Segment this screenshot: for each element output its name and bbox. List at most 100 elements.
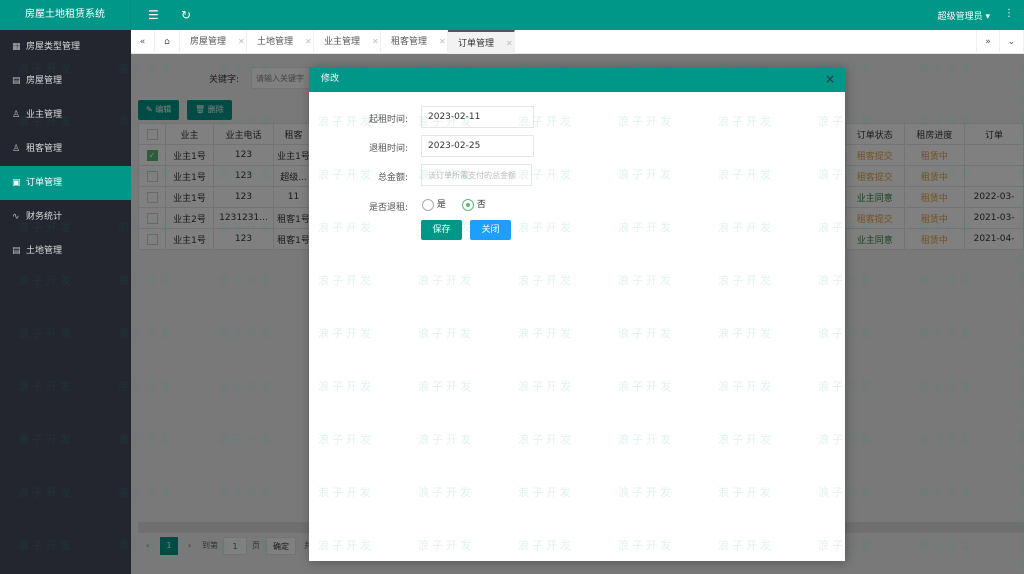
sidebar-item-house-type[interactable]: ▦ 房屋类型管理 [0, 30, 131, 64]
phone-cell: 123 [213, 228, 274, 250]
tab-label: 房屋管理 [190, 37, 227, 47]
save-button[interactable]: 保存 [421, 220, 462, 240]
owner-cell: 业主1号 [165, 165, 214, 187]
modal-header: 修改 × [309, 67, 845, 92]
row-checkbox[interactable]: ✓ [138, 144, 166, 166]
chevron-down-icon[interactable]: ⌄ [1000, 30, 1024, 54]
row-checkbox[interactable] [138, 228, 166, 250]
select-all[interactable] [138, 123, 166, 145]
home-icon[interactable]: ⌂ [155, 30, 180, 54]
close-icon[interactable]: × [825, 67, 835, 92]
amount-input[interactable]: 该订单所需支付的总金额 [421, 164, 532, 186]
close-button[interactable]: 关闭 [470, 220, 511, 240]
sidebar-item-house[interactable]: ▤ 房屋管理 [0, 64, 131, 98]
table-row[interactable]: 业主1号 123 超级... [138, 165, 314, 187]
sidebar-item-order[interactable]: ▣ 订单管理 [0, 166, 131, 200]
refresh-icon[interactable]: ↻ [181, 8, 191, 22]
table-row[interactable]: 租客提交 租赁中 [845, 165, 1024, 187]
sidebar-item-label: 业主管理 [26, 110, 63, 120]
sidebar-item-owner[interactable]: ♙ 业主管理 [0, 98, 131, 132]
col-date: 订单 [964, 123, 1024, 145]
status-cell: 租客提交 [845, 165, 905, 187]
tenant-cell: 超级... [273, 165, 314, 187]
user-menu[interactable]: 超级管理员 ▾ [938, 9, 990, 22]
table-row[interactable]: ✓ 业主1号 123 业主1号 [138, 144, 314, 166]
modal-title: 修改 [321, 74, 340, 84]
confirm-page-button[interactable]: 确定 [266, 537, 296, 555]
tenant-cell: 租客1号 [273, 207, 314, 229]
table-row[interactable]: 租客提交 租赁中 2021-03- [845, 207, 1024, 229]
table-row[interactable]: 业主1号 123 11 [138, 186, 314, 208]
sidebar-item-label: 订单管理 [26, 178, 63, 188]
owner-cell: 业主1号 [165, 228, 214, 250]
owner-cell: 业主1号 [165, 186, 214, 208]
col-tenant: 租客 [273, 123, 314, 145]
radio-no-label: 否 [476, 200, 486, 210]
menu-toggle-icon[interactable]: ☰ [148, 8, 159, 22]
tab-owner[interactable]: 业主管理 ✕ [314, 30, 381, 54]
sidebar-item-label: 房屋管理 [26, 76, 63, 86]
goto-label: 到第 [202, 541, 218, 550]
order-table-right: 订单状态 租房进度 订单 租客提交 租赁中 租客提交 租赁中 业主同意 租赁中 2022-03-… [845, 123, 1024, 250]
table-row[interactable]: 租客提交 租赁中 [845, 144, 1024, 166]
radio-yes-label: 是 [436, 200, 446, 210]
grid-icon: ▦ [12, 42, 21, 52]
tenant-cell: 业主1号 [273, 144, 314, 166]
table-row[interactable]: 业主1号 123 租客1号 [138, 228, 314, 250]
progress-cell: 租赁中 [903, 186, 966, 208]
close-icon[interactable]: ✕ [506, 39, 513, 48]
row-checkbox[interactable] [138, 207, 166, 229]
refund-label: 是否退租: [368, 203, 408, 213]
tabs-right-icon[interactable]: » [976, 30, 1000, 54]
close-icon[interactable]: ✕ [238, 37, 245, 46]
sidebar-item-finance[interactable]: ∿ 财务统计 [0, 200, 131, 234]
more-vertical-icon[interactable]: ⋮ [1004, 8, 1014, 19]
caret-down-icon: ▾ [985, 12, 990, 22]
start-date-input[interactable]: 2023-02-11 [421, 106, 534, 128]
prev-page-icon[interactable]: ‹ [146, 537, 149, 555]
close-icon[interactable]: ✕ [305, 37, 312, 46]
tab-label: 业主管理 [324, 37, 361, 47]
search-label: 关键字: [209, 75, 240, 85]
tab-house[interactable]: 房屋管理 ✕ [180, 30, 247, 54]
page-input[interactable]: 1 [223, 537, 247, 555]
tenant-cell: 租客1号 [273, 228, 314, 250]
tab-order[interactable]: 订单管理 ✕ [448, 30, 515, 54]
file-icon: ▤ [12, 246, 21, 256]
phone-cell: 123 [213, 186, 274, 208]
table-row[interactable]: 业主同意 租赁中 2021-04- [845, 228, 1024, 250]
close-icon[interactable]: ✕ [372, 37, 379, 46]
sidebar-item-tenant[interactable]: ♙ 租客管理 [0, 132, 131, 166]
file-icon: ▤ [12, 76, 21, 86]
phone-cell: 1231231... [213, 207, 274, 229]
table-row[interactable]: 业主同意 租赁中 2022-03- [845, 186, 1024, 208]
col-progress: 租房进度 [903, 123, 966, 145]
date-cell: 2021-03- [964, 207, 1024, 229]
end-date-input[interactable]: 2023-02-25 [421, 135, 534, 157]
close-icon[interactable]: ✕ [439, 37, 446, 46]
tab-land[interactable]: 土地管理 ✕ [247, 30, 314, 54]
tabs-left-icon[interactable]: « [131, 30, 155, 54]
start-date-label: 起租时间: [368, 115, 408, 125]
sidebar-item-land[interactable]: ▤ 土地管理 [0, 234, 131, 268]
table-row[interactable]: 业主2号 1231231... 租客1号 [138, 207, 314, 229]
amount-label: 总金额: [377, 173, 408, 183]
date-cell: 2021-04- [964, 228, 1024, 250]
row-checkbox[interactable] [138, 186, 166, 208]
radio-no[interactable]: 否 [462, 197, 486, 211]
refund-row: 是否退租: 是 否 [309, 194, 709, 216]
radio-yes[interactable]: 是 [422, 197, 446, 211]
delete-button[interactable]: 🗑 删除 [187, 100, 232, 120]
sidebar-item-label: 租客管理 [26, 144, 63, 154]
row-checkbox[interactable] [138, 165, 166, 187]
user-icon: ♙ [12, 110, 21, 120]
sidebar: ▦ 房屋类型管理 ▤ 房屋管理 ♙ 业主管理 ♙ 租客管理 ▣ 订单管理 ∿ 财务统计 ▤ 土… [0, 30, 131, 574]
page-1[interactable]: 1 [160, 537, 178, 555]
phone-cell: 123 [213, 165, 274, 187]
next-page-icon[interactable]: › [188, 537, 191, 555]
edit-button[interactable]: ✎ 编辑 [138, 100, 180, 120]
col-phone: 业主电话 [213, 123, 274, 145]
tab-tenant[interactable]: 租客管理 ✕ [381, 30, 448, 54]
owner-cell: 业主1号 [165, 144, 214, 166]
date-cell: 2022-03- [964, 186, 1024, 208]
